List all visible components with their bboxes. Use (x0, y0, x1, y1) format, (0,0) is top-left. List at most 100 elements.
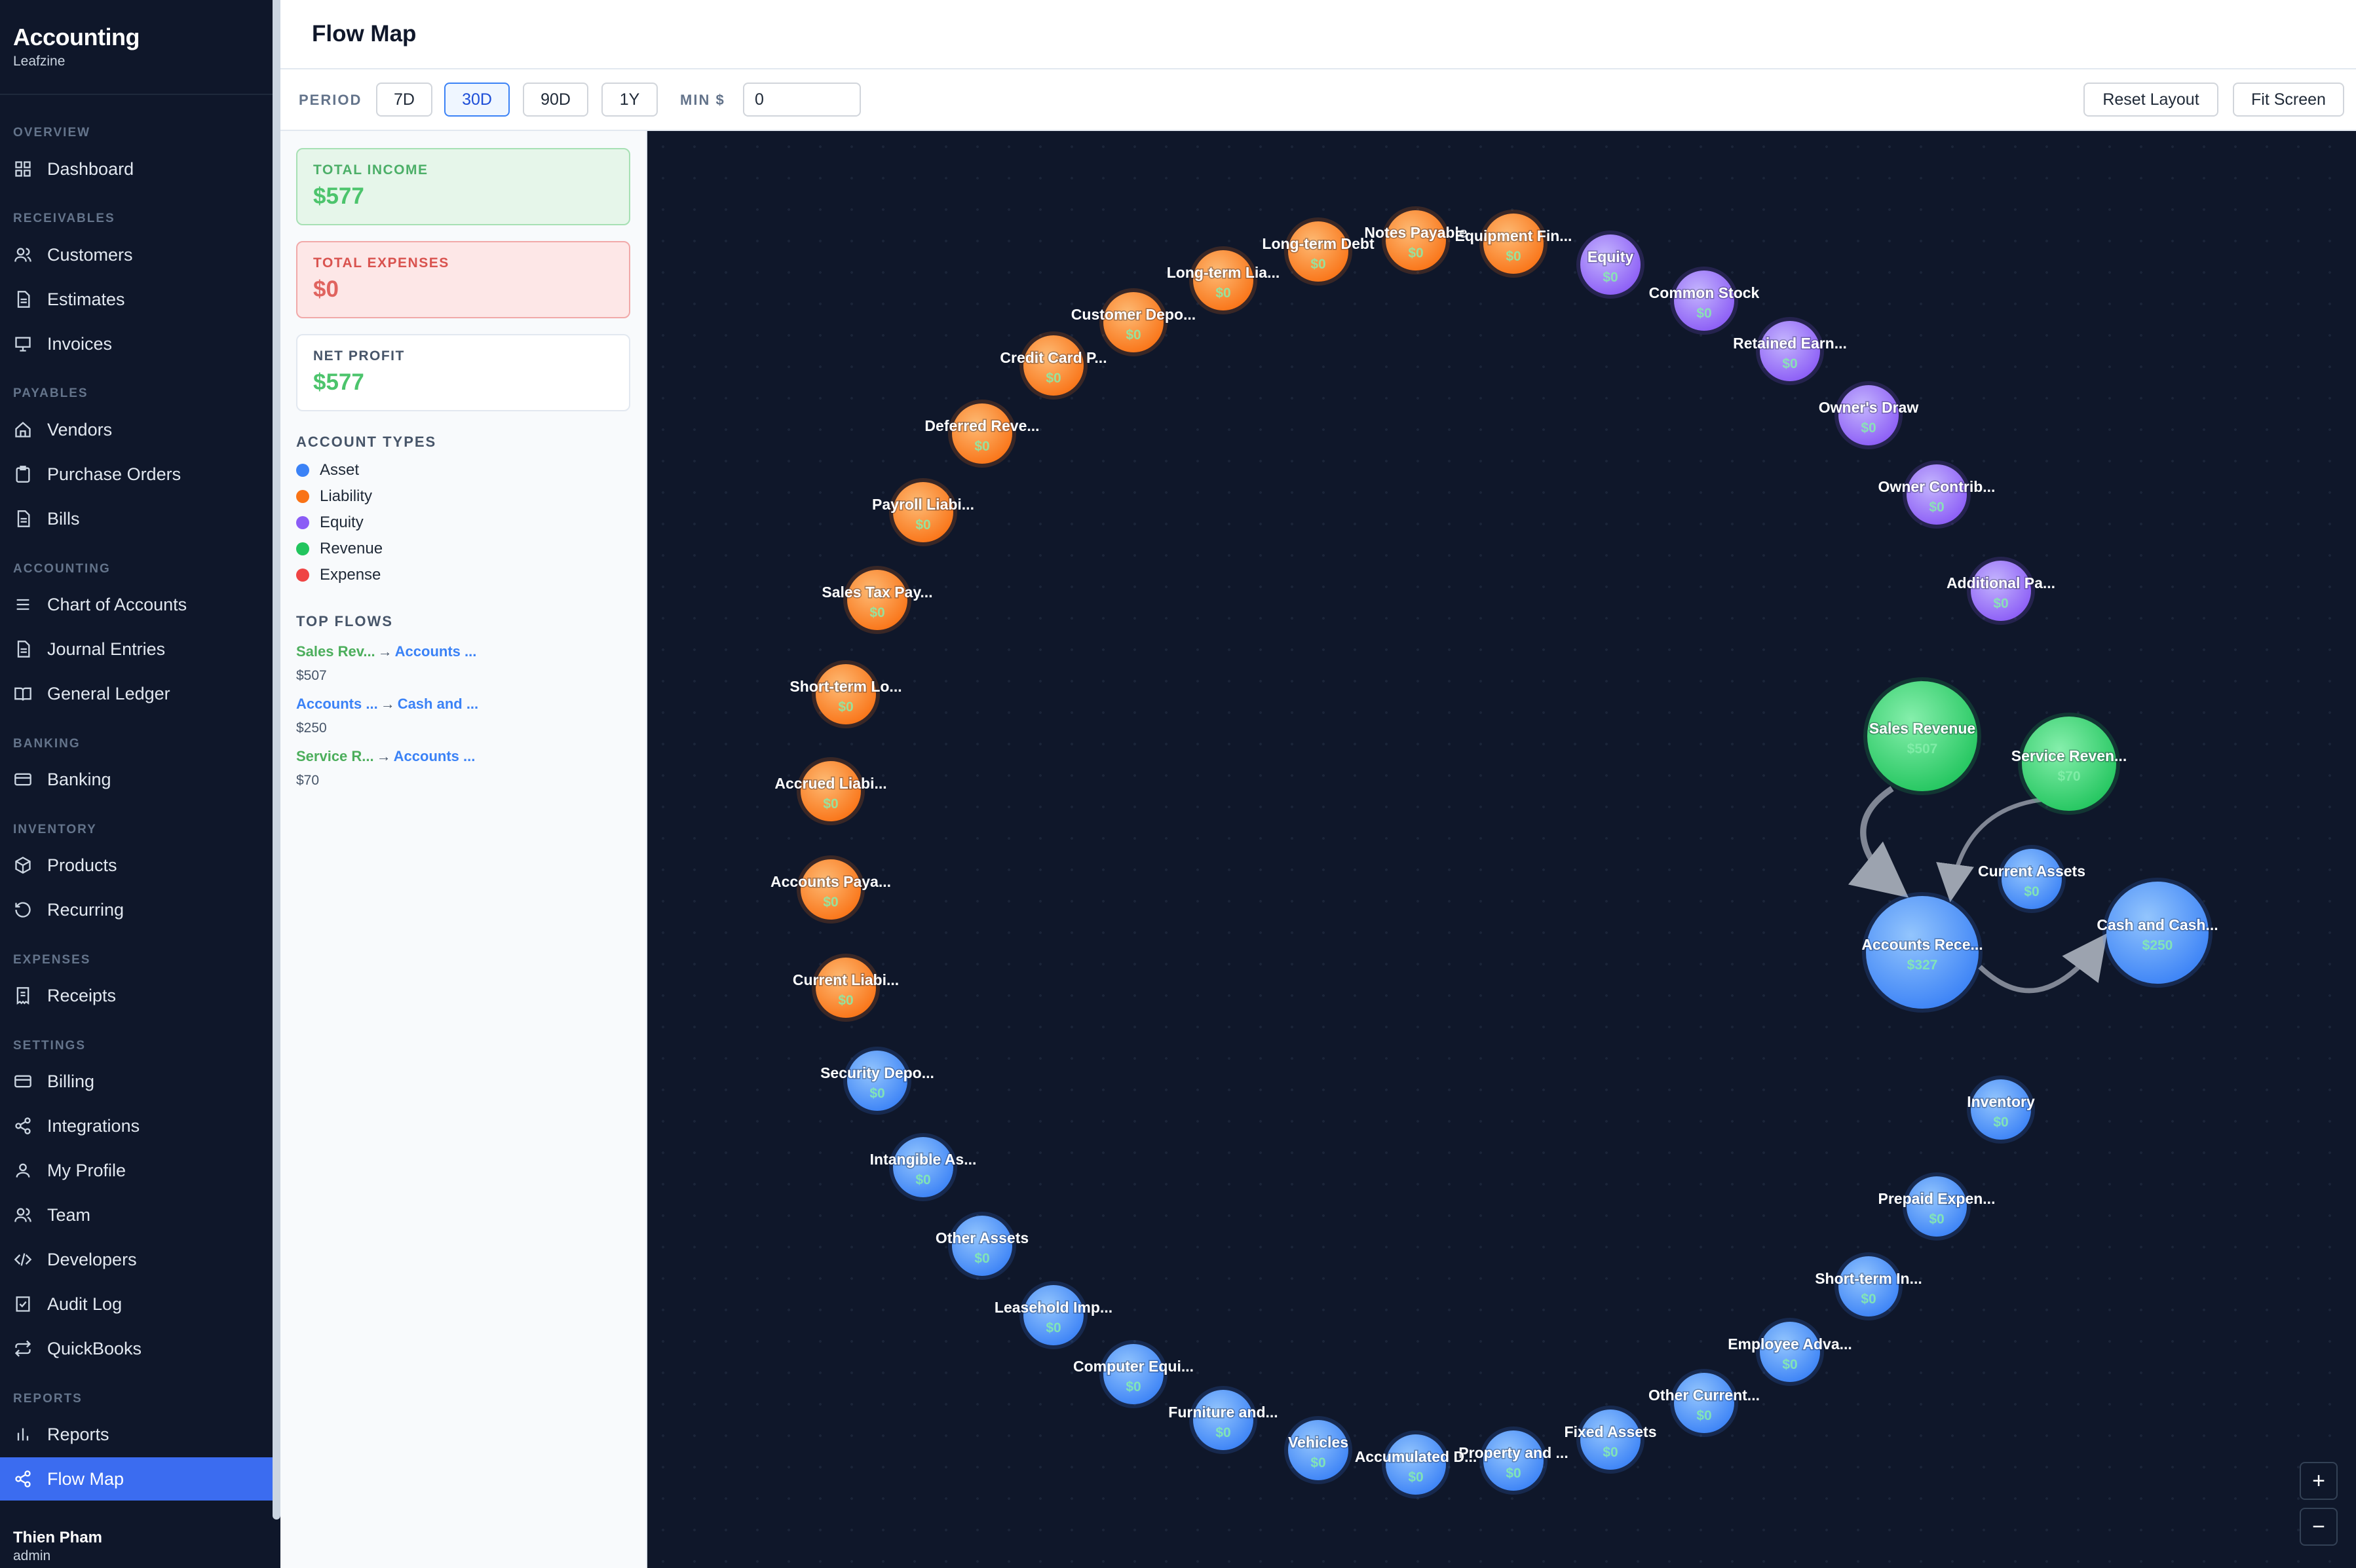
sidebar-item-general-ledger[interactable]: General Ledger (0, 672, 273, 715)
sidebar-item-purchase-orders[interactable]: Purchase Orders (0, 453, 273, 496)
period-7d-button[interactable]: 7D (376, 83, 432, 117)
zoom-out-button[interactable]: − (2300, 1508, 2338, 1546)
node-payroll-liabi[interactable]: Payroll Liabi... $0 (871, 478, 975, 546)
sidebar-item-recurring[interactable]: Recurring (0, 888, 273, 931)
sidebar-item-billing[interactable]: Billing (0, 1060, 273, 1103)
top-flow-item[interactable]: Service R... → Accounts ... $70 (296, 748, 475, 789)
node-vehicles[interactable]: Vehicles $0 (1284, 1416, 1352, 1484)
net-profit-value: $577 (313, 369, 364, 395)
node-security-depo[interactable]: Security Depo... $0 (820, 1047, 935, 1115)
sidebar-item-flow-map[interactable]: Flow Map (0, 1457, 273, 1501)
sidebar-item-label: My Profile (47, 1160, 126, 1180)
top-flow-item[interactable]: Accounts ... → Cash and ... $250 (296, 696, 478, 736)
sidebar-item-audit-log[interactable]: Audit Log (0, 1282, 273, 1326)
node-value: $327 (1907, 958, 1938, 973)
sidebar-item-label: QuickBooks (47, 1338, 142, 1358)
top-flow-item[interactable]: Sales Rev... → Accounts ... $507 (296, 643, 476, 684)
node-label: Accounts Rece... (1861, 936, 1983, 953)
node-accounts-paya[interactable]: Accounts Paya... $0 (769, 855, 892, 924)
node-sales-tax-pay[interactable]: Sales Tax Pay... $0 (821, 566, 934, 634)
node-prepaid-expen[interactable]: Prepaid Expen... $0 (1877, 1172, 1996, 1241)
node-additional-pa[interactable]: Additional Pa... $0 (1945, 557, 2057, 625)
period-30d-button[interactable]: 30D (444, 83, 510, 117)
node-cash-and-cash[interactable]: Cash and Cash... $250 (2096, 878, 2219, 988)
sidebar-item-receipts[interactable]: Receipts (0, 974, 273, 1017)
sidebar-item-dashboard[interactable]: Dashboard (0, 147, 273, 191)
brand-divider (0, 94, 273, 95)
sidebar-item-banking[interactable]: Banking (0, 758, 273, 801)
node-value: $0 (974, 439, 989, 454)
node-label: Inventory (1967, 1093, 2035, 1110)
node-current-assets[interactable]: Current Assets $0 (1977, 845, 2087, 913)
node-notes-payable[interactable]: Notes Payable $0 (1363, 206, 1468, 274)
period-90d-button[interactable]: 90D (523, 83, 588, 117)
node-equity[interactable]: Equity $0 (1576, 231, 1644, 299)
sidebar-item-products[interactable]: Products (0, 844, 273, 887)
clipboard-icon (13, 464, 33, 484)
node-other-current[interactable]: Other Current... $0 (1648, 1369, 1760, 1437)
node-accrued-liabi[interactable]: Accrued Liabi... $0 (774, 757, 888, 825)
code-icon (13, 1250, 33, 1269)
node-retained-earn[interactable]: Retained Earn... $0 (1732, 317, 1848, 385)
node-long-term-lia[interactable]: Long-term Lia... $0 (1166, 246, 1281, 314)
node-deferred-reve[interactable]: Deferred Reve... $0 (924, 400, 1040, 468)
list-icon (13, 595, 33, 614)
sidebar-item-label: Dashboard (47, 159, 134, 179)
node-common-stock[interactable]: Common Stock $0 (1648, 267, 1760, 335)
flow-edge-accounts-rece-to-cash-and-cash[interactable] (1978, 933, 2108, 994)
sidebar-item-invoices[interactable]: Invoices (0, 322, 273, 365)
node-label: Accounts Paya... (770, 873, 891, 890)
node-accounts-rece[interactable]: Accounts Rece... $327 (1861, 892, 1984, 1013)
sidebar-item-journal-entries[interactable]: Journal Entries (0, 627, 273, 671)
legend-label: Liability (320, 487, 373, 505)
node-leasehold-imp[interactable]: Leasehold Imp... $0 (993, 1281, 1114, 1349)
sidebar-item-estimates[interactable]: Estimates (0, 278, 273, 321)
reset-layout-button[interactable]: Reset Layout (2083, 83, 2218, 117)
node-accumulated-d[interactable]: Accumulated D... $0 (1354, 1430, 1478, 1499)
sidebar-item-label: Bills (47, 508, 80, 529)
sidebar-item-team[interactable]: Team (0, 1193, 273, 1237)
sidebar-item-label: Billing (47, 1071, 95, 1091)
fit-screen-button[interactable]: Fit Screen (2233, 83, 2344, 117)
node-value: $0 (1696, 306, 1711, 321)
node-owners-draw[interactable]: Owner's Draw $0 (1817, 381, 1920, 449)
flow-edge-sales-revenue-to-accounts-rece[interactable] (1848, 786, 1909, 898)
sidebar-item-vendors[interactable]: Vendors (0, 408, 273, 451)
node-customer-depo[interactable]: Customer Depo... $0 (1070, 288, 1197, 356)
node-computer-equi[interactable]: Computer Equi... $0 (1073, 1340, 1195, 1408)
node-owner-contrib[interactable]: Owner Contrib... $0 (1877, 460, 1996, 529)
user-profile[interactable]: Thien Pham admin (13, 1529, 102, 1564)
zoom-in-button[interactable]: + (2300, 1462, 2338, 1500)
node-label: Notes Payable (1364, 224, 1467, 241)
node-service-reven[interactable]: Service Reven... $70 (2010, 713, 2128, 815)
sidebar-item-chart-of-accounts[interactable]: Chart of Accounts (0, 583, 273, 626)
flow-map-canvas[interactable]: Notes Payable $0 Equipment Fin... $0 Equity $… (647, 131, 2356, 1568)
node-intangible-as[interactable]: Intangible As... $0 (869, 1133, 978, 1201)
sidebar-item-bills[interactable]: Bills (0, 497, 273, 540)
node-employee-adva[interactable]: Employee Adva... $0 (1727, 1318, 1853, 1386)
sidebar-item-quickbooks[interactable]: QuickBooks (0, 1327, 273, 1370)
flow-graph[interactable]: Notes Payable $0 Equipment Fin... $0 Equity $… (647, 131, 2356, 1568)
sidebar-scrollbar[interactable] (273, 0, 280, 1520)
node-current-liabi[interactable]: Current Liabi... $0 (791, 954, 900, 1022)
sidebar-item-integrations[interactable]: Integrations (0, 1104, 273, 1148)
node-other-assets[interactable]: Other Assets $0 (934, 1212, 1030, 1280)
node-sales-revenue[interactable]: Sales Revenue $507 (1863, 677, 1981, 795)
node-credit-card-p[interactable]: Credit Card P... $0 (999, 331, 1108, 400)
node-short-term-lo[interactable]: Short-term Lo... $0 (789, 660, 903, 728)
node-short-term-in[interactable]: Short-term In... $0 (1814, 1252, 1923, 1320)
node-inventory[interactable]: Inventory $0 (1966, 1075, 2036, 1144)
sidebar-item-customers[interactable]: Customers (0, 233, 273, 276)
sidebar-item-my-profile[interactable]: My Profile (0, 1149, 273, 1192)
total-expenses-label: TOTAL EXPENSES (313, 255, 449, 271)
node-equipment-fin[interactable]: Equipment Fin... $0 (1454, 210, 1573, 278)
node-furniture-and[interactable]: Furniture and... $0 (1168, 1386, 1279, 1454)
node-value: $0 (1782, 1357, 1797, 1372)
period-1y-button[interactable]: 1Y (601, 83, 658, 117)
arrow-right-icon: → (376, 748, 391, 764)
node-fixed-assets[interactable]: Fixed Assets $0 (1563, 1406, 1658, 1474)
min-amount-input[interactable] (743, 83, 861, 117)
sidebar-item-reports[interactable]: Reports (0, 1413, 273, 1456)
node-label: Service Reven... (2011, 747, 2127, 764)
sidebar-item-developers[interactable]: Developers (0, 1238, 273, 1281)
